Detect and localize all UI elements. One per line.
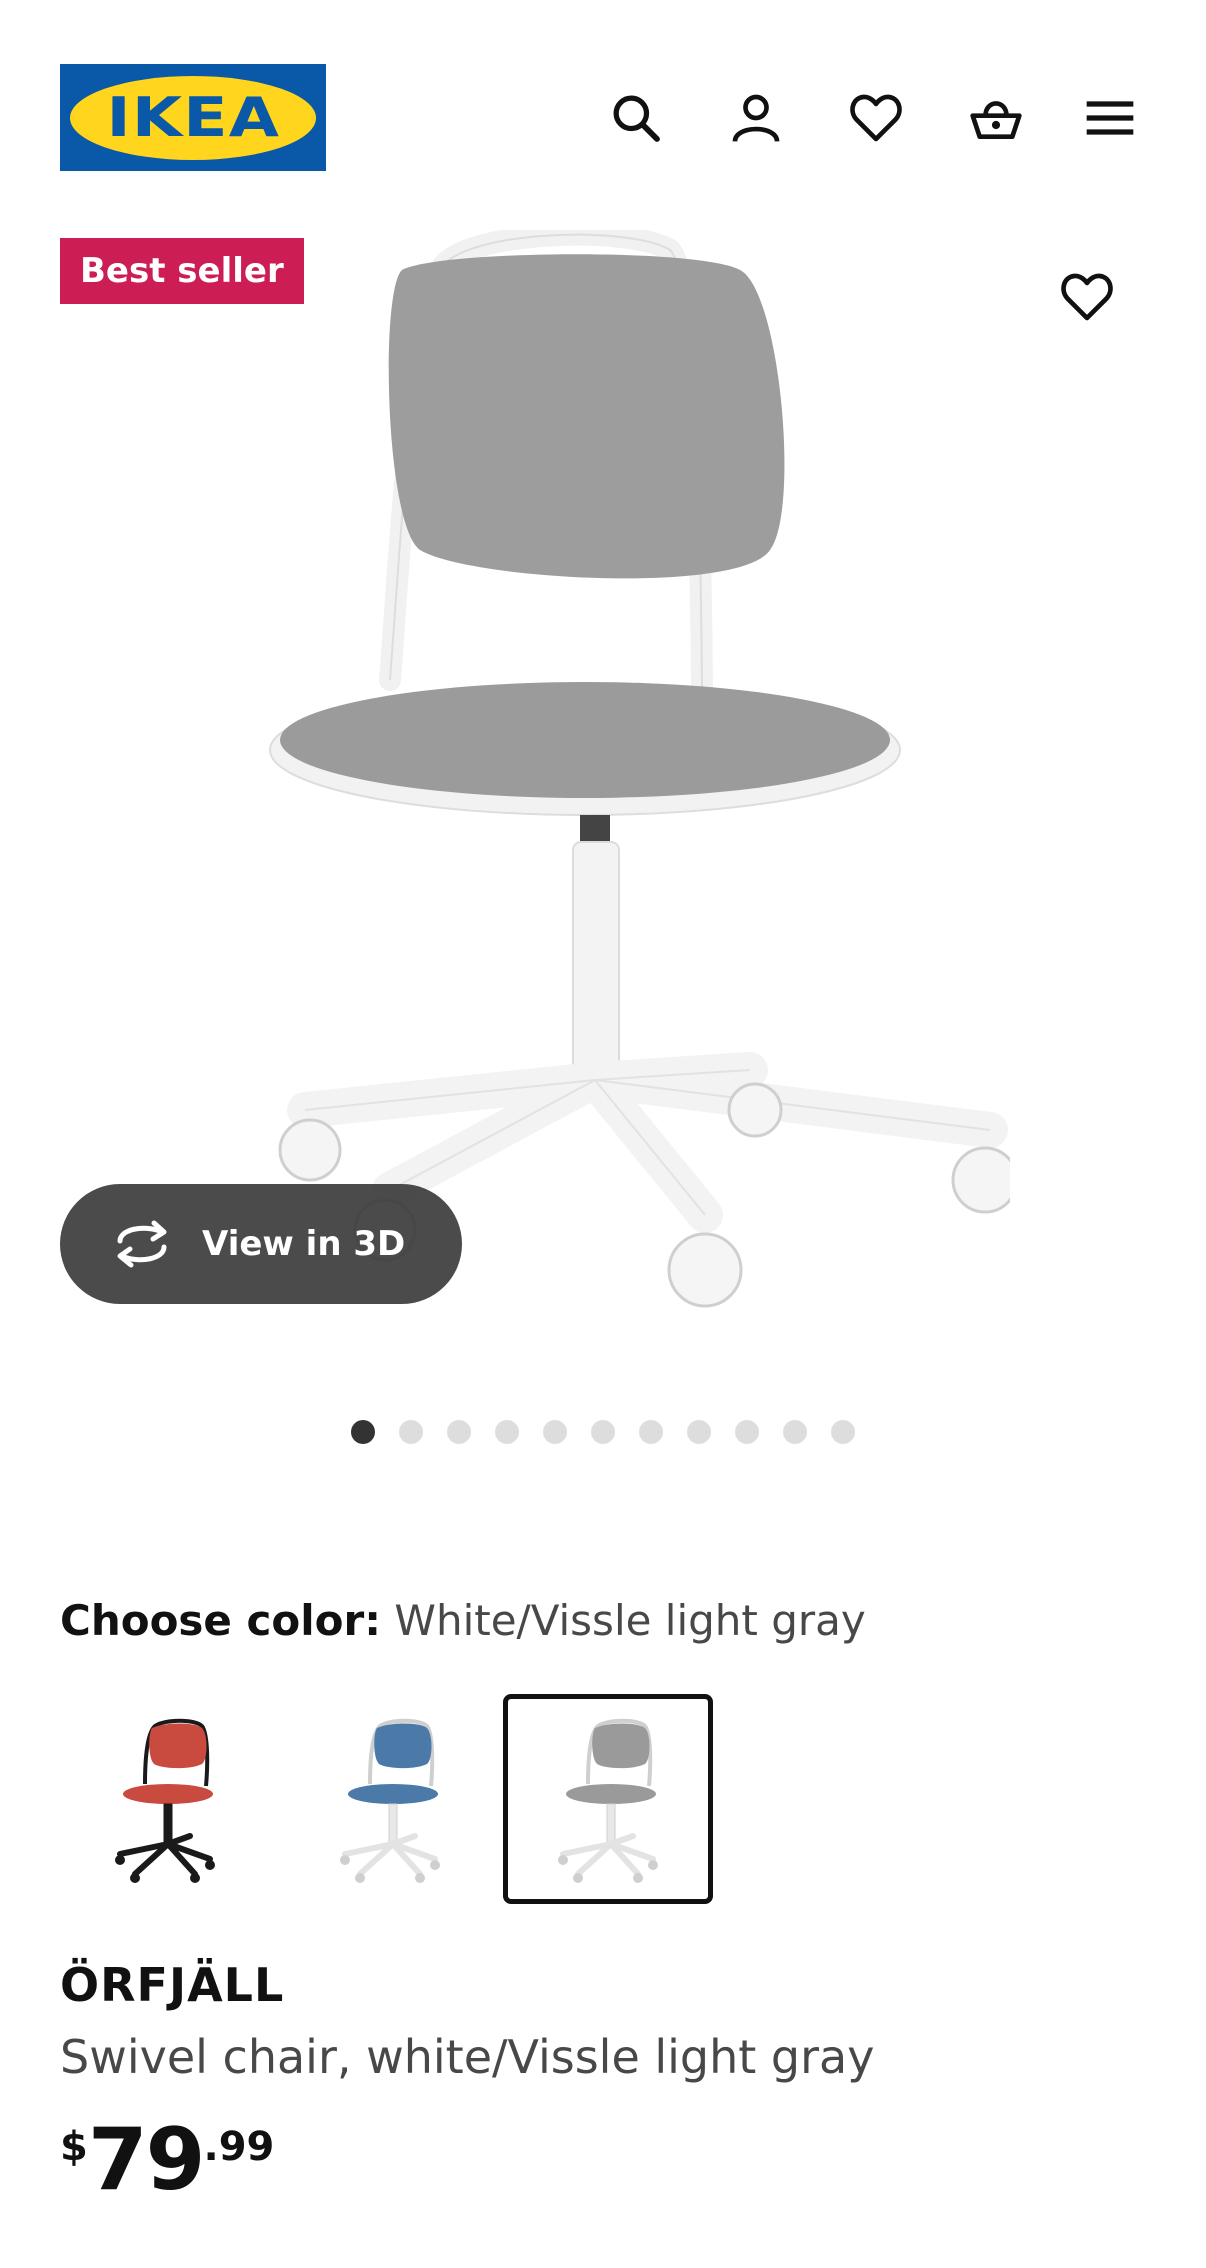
logo-text: IKEA — [106, 86, 280, 149]
rotate-3d-icon — [117, 1220, 167, 1268]
carousel-dot[interactable] — [735, 1420, 759, 1444]
carousel-dot[interactable] — [687, 1420, 711, 1444]
product-page: IKEA Best seller View in 3D Choose color… — [0, 0, 1206, 2268]
ikea-logo[interactable]: IKEA — [60, 64, 326, 171]
choose-color-heading: Choose color: — [60, 1596, 382, 1645]
carousel-dot[interactable] — [351, 1420, 375, 1444]
search-icon[interactable] — [604, 86, 668, 150]
save-to-favorites-heart-icon[interactable] — [1054, 264, 1120, 330]
carousel-dot[interactable] — [831, 1420, 855, 1444]
color-swatch[interactable] — [503, 1694, 713, 1904]
heart-icon[interactable] — [844, 86, 908, 150]
chair-thumbnail — [340, 1718, 440, 1883]
carousel-dot[interactable] — [399, 1420, 423, 1444]
color-swatch[interactable] — [285, 1694, 495, 1904]
carousel-dot[interactable] — [447, 1420, 471, 1444]
chair-thumbnail — [558, 1718, 658, 1883]
account-icon[interactable] — [724, 86, 788, 150]
carousel-dots — [0, 1418, 1206, 1448]
carousel-dot[interactable] — [591, 1420, 615, 1444]
price-decimal: .99 — [203, 2124, 275, 2170]
best-seller-badge: Best seller — [60, 238, 304, 304]
price-integer: 79 — [87, 2110, 206, 2210]
product-price: $ 79 .99 — [60, 2112, 274, 2208]
carousel-dot[interactable] — [783, 1420, 807, 1444]
product-name: ÖRFJÄLL — [60, 1958, 285, 2012]
chair-thumbnail — [115, 1718, 215, 1883]
carousel-dot[interactable] — [639, 1420, 663, 1444]
site-header: IKEA — [0, 0, 1206, 200]
selected-color-value: White/Vissle light gray — [394, 1596, 866, 1645]
product-description: Swivel chair, white/Vissle light gray — [60, 2030, 875, 2084]
color-swatch[interactable] — [60, 1694, 270, 1904]
product-gallery: Best seller View in 3D — [0, 200, 1206, 1460]
logo-oval: IKEA — [70, 75, 316, 160]
carousel-dot[interactable] — [495, 1420, 519, 1444]
menu-icon[interactable] — [1078, 86, 1142, 150]
carousel-dot[interactable] — [543, 1420, 567, 1444]
view-in-3d-button[interactable]: View in 3D — [60, 1184, 462, 1304]
color-chooser-label: Choose color: White/Vissle light gray — [60, 1596, 866, 1645]
price-currency: $ — [60, 2124, 88, 2170]
view-in-3d-label: View in 3D — [202, 1224, 406, 1264]
basket-icon[interactable] — [964, 86, 1028, 150]
